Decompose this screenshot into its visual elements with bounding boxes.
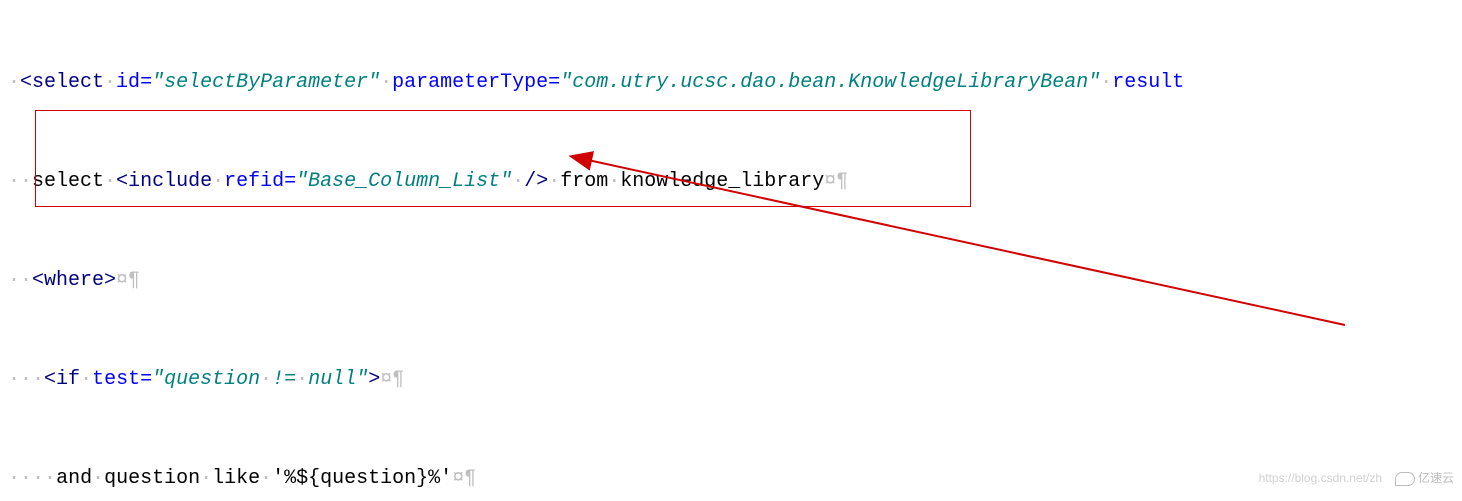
xml-attr: refid xyxy=(224,170,284,193)
code-line[interactable]: ·<select·id="selectByParameter"·paramete… xyxy=(0,66,1462,99)
code-editor[interactable]: ·<select·id="selectByParameter"·paramete… xyxy=(0,0,1462,501)
xml-tag: <where> xyxy=(32,269,116,292)
xml-attr: test xyxy=(92,368,140,391)
watermark-brand: 亿速云 xyxy=(1395,462,1454,495)
xml-tag: <if xyxy=(44,368,80,391)
code-line[interactable]: ··<where>¤¶ xyxy=(0,264,1462,297)
xml-tag: /> xyxy=(524,170,548,193)
xml-attr-value: "com.utry.ucsc.dao.bean.KnowledgeLibrary… xyxy=(560,71,1100,94)
xml-tag: <include xyxy=(116,170,212,193)
xml-attr-value: "question·!=·null" xyxy=(152,368,368,391)
xml-attr: result xyxy=(1112,71,1184,94)
xml-attr: parameterType xyxy=(392,71,548,94)
eol-marker: ¤¶ xyxy=(824,170,848,193)
xml-attr: id xyxy=(116,71,140,94)
sql-text: select xyxy=(32,170,104,193)
code-line[interactable]: ····and·question·like·'%${question}%'¤¶ xyxy=(0,462,1462,495)
xml-attr-value: "selectByParameter" xyxy=(152,71,380,94)
code-line[interactable]: ···<if·test="question·!=·null">¤¶ xyxy=(0,363,1462,396)
xml-attr-value: "Base_Column_List" xyxy=(296,170,512,193)
xml-tag: > xyxy=(368,368,380,391)
code-line[interactable]: ··select·<include·refid="Base_Column_Lis… xyxy=(0,165,1462,198)
cloud-logo-icon xyxy=(1395,472,1415,486)
watermark-url: https://blog.csdn.net/zh xyxy=(1259,462,1382,495)
xml-tag: <select xyxy=(20,71,104,94)
whitespace-dot: · xyxy=(8,71,20,94)
